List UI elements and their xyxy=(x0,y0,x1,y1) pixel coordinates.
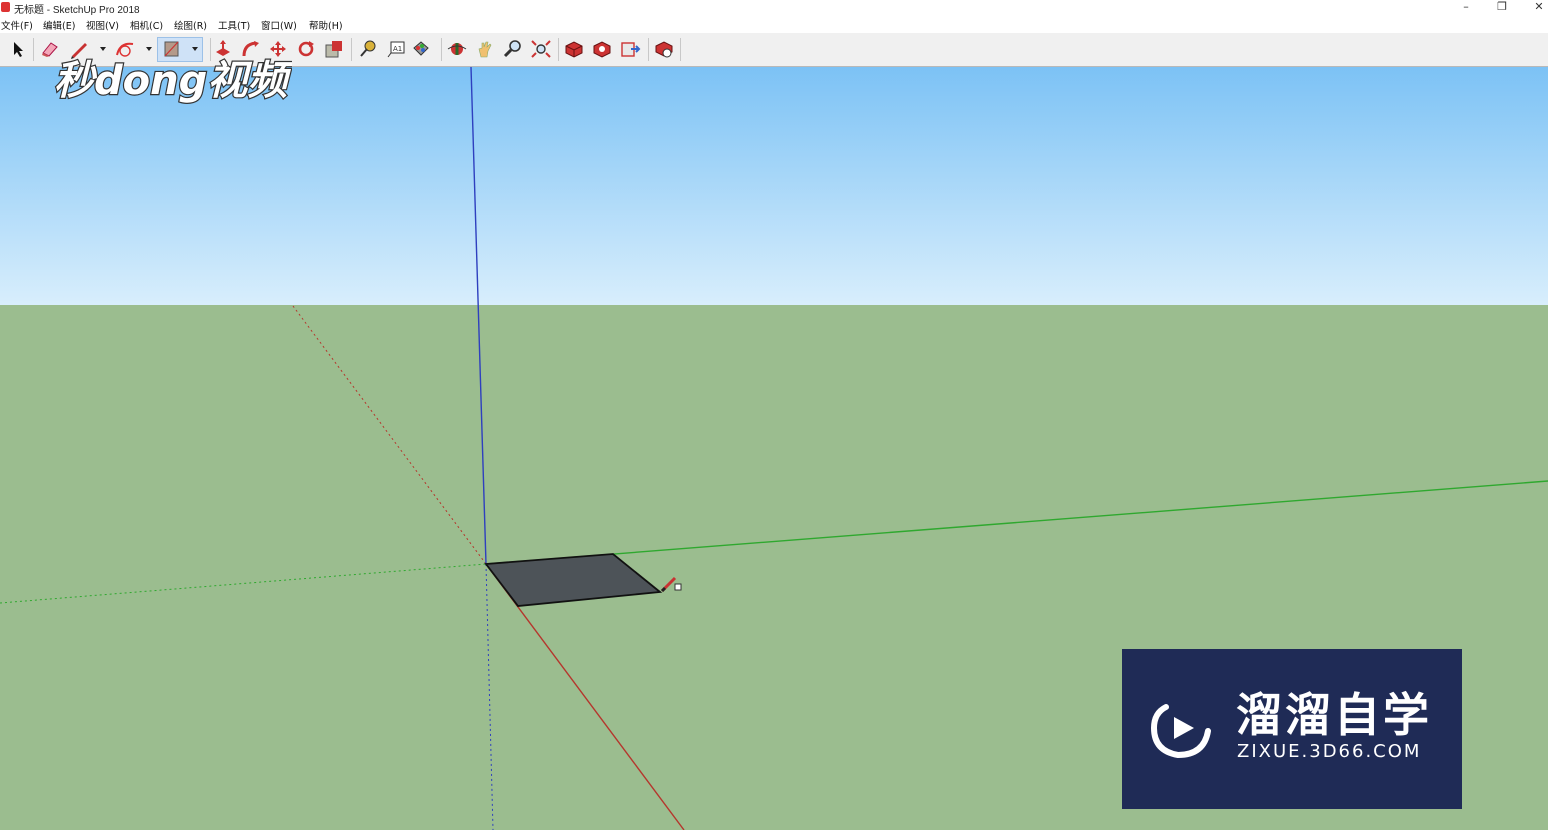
menu-camera[interactable]: 相机(C) xyxy=(130,18,163,32)
svg-text:秒dong视频: 秒dong视频 xyxy=(54,58,292,104)
toolbar-separator xyxy=(351,38,352,61)
3d-warehouse-icon[interactable] xyxy=(563,39,585,59)
select-icon[interactable] xyxy=(7,39,29,59)
sketchup-app-icon xyxy=(1,2,10,12)
toolbar-separator xyxy=(441,38,442,61)
zoom-extents-icon[interactable] xyxy=(530,39,552,59)
menu-draw[interactable]: 绘图(R) xyxy=(174,18,207,32)
menu-bar: 文件(F) 编辑(E) 视图(V) 相机(C) 绘图(R) 工具(T) 窗口(W… xyxy=(0,15,1548,33)
zoom-icon[interactable] xyxy=(502,39,524,59)
menu-window[interactable]: 窗口(W) xyxy=(261,18,297,32)
play-icon xyxy=(1146,693,1216,763)
green-axis xyxy=(485,480,1548,565)
watermark-url: ZIXUE.3D66.COM xyxy=(1237,741,1422,762)
scale-icon[interactable] xyxy=(323,39,345,59)
orbit-icon[interactable] xyxy=(446,39,468,59)
watermark-box: 溜溜自学 ZIXUE.3D66.COM xyxy=(1122,649,1462,809)
svg-text:A1: A1 xyxy=(393,45,402,53)
rectangle-face xyxy=(484,553,663,607)
text-icon[interactable]: A1 xyxy=(385,39,407,59)
rotate-icon[interactable] xyxy=(295,39,317,59)
layout-icon[interactable] xyxy=(619,39,641,59)
tape-measure-icon[interactable] xyxy=(357,39,379,59)
green-axis-negative xyxy=(0,563,487,604)
close-button[interactable]: ✕ xyxy=(1524,0,1548,15)
paint-bucket-icon[interactable] xyxy=(410,39,432,59)
blue-axis-negative xyxy=(485,563,494,830)
red-axis-negative xyxy=(292,305,487,565)
extension-warehouse-icon[interactable] xyxy=(591,39,613,59)
restore-button[interactable]: ❐ xyxy=(1487,0,1517,15)
watermark-logo: 秒dong视频 xyxy=(52,52,296,108)
title-bar: 无标题 - SketchUp Pro 2018 – ❐ ✕ xyxy=(0,0,1548,16)
toolbar-separator xyxy=(648,38,649,61)
menu-view[interactable]: 视图(V) xyxy=(86,18,119,32)
pencil-cursor-icon xyxy=(660,576,682,593)
toolbar-separator xyxy=(680,38,681,61)
toolbar-separator xyxy=(33,38,34,61)
menu-tools[interactable]: 工具(T) xyxy=(218,18,250,32)
toolbar-separator xyxy=(558,38,559,61)
watermark-title: 溜溜自学 xyxy=(1236,688,1432,742)
window-title: 无标题 - SketchUp Pro 2018 xyxy=(14,5,140,16)
blue-axis xyxy=(470,67,487,565)
menu-help[interactable]: 帮助(H) xyxy=(309,18,343,32)
extension-manager-icon[interactable] xyxy=(653,39,675,59)
pan-icon[interactable] xyxy=(474,39,496,59)
minimize-button[interactable]: – xyxy=(1451,0,1481,15)
menu-edit[interactable]: 编辑(E) xyxy=(43,18,75,32)
menu-file[interactable]: 文件(F) xyxy=(1,18,33,32)
